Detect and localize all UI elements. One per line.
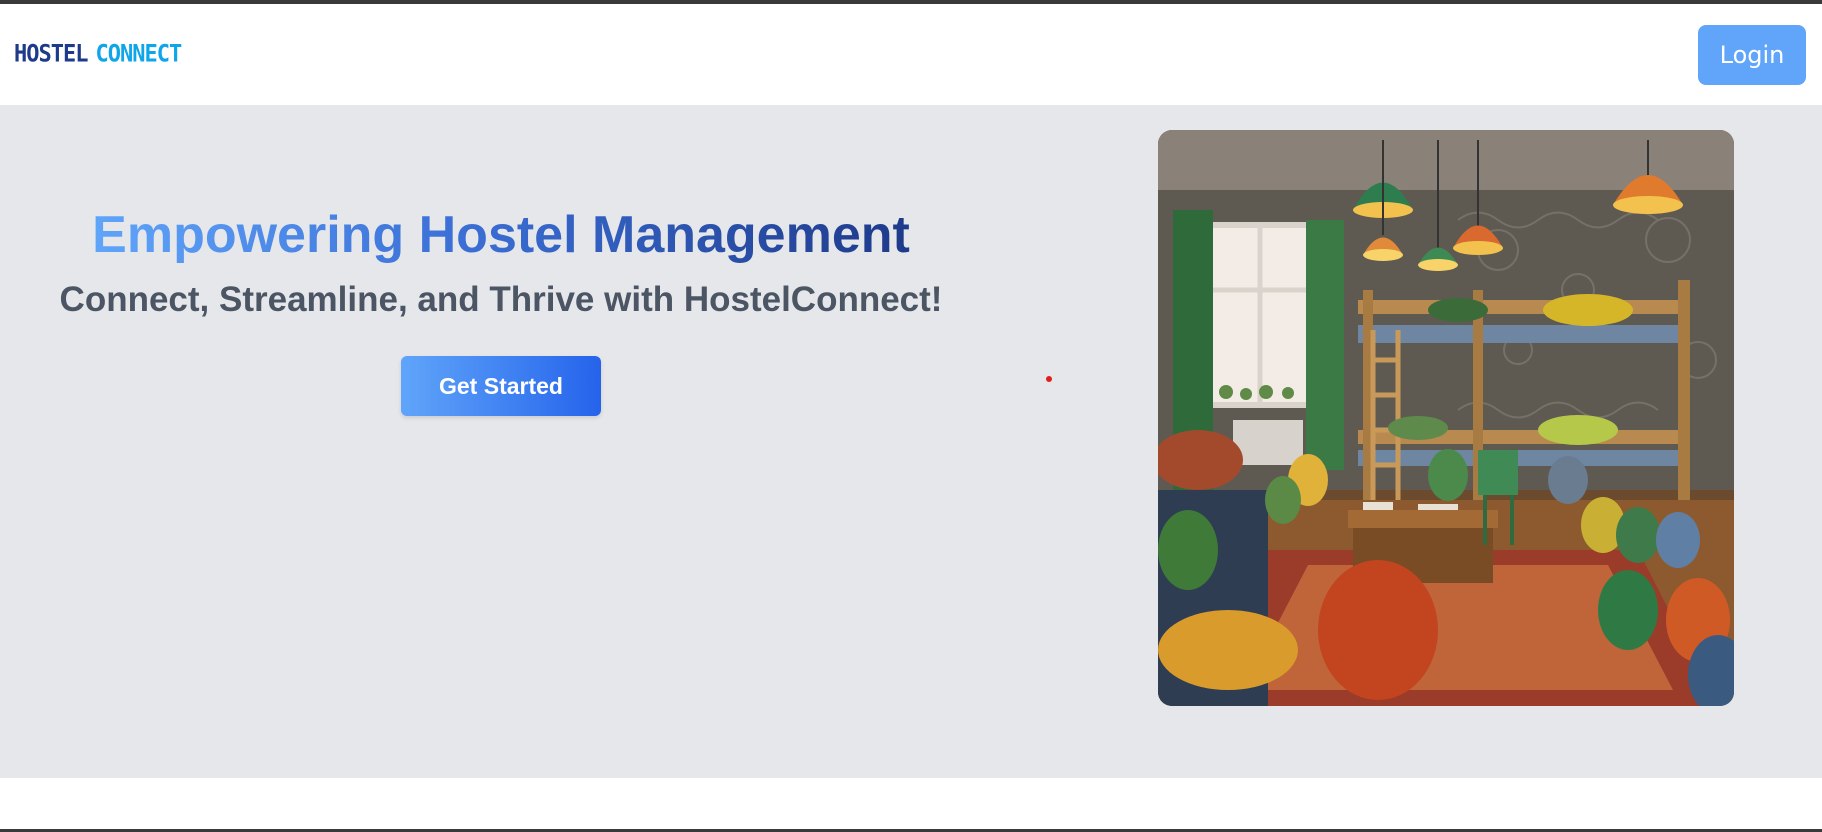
navbar: HOSTEL CONNECT Login xyxy=(0,4,1822,105)
hostel-room-illustration xyxy=(1158,130,1734,706)
brand-logo[interactable]: HOSTEL CONNECT xyxy=(14,40,182,69)
hero-image xyxy=(1158,130,1734,706)
login-button[interactable]: Login xyxy=(1698,24,1806,85)
hero-text-block: Empowering Hostel Management Connect, St… xyxy=(0,105,1002,778)
hero-subtitle: Connect, Streamline, and Thrive with Hos… xyxy=(59,280,943,320)
hero-title: Empowering Hostel Management xyxy=(92,204,910,266)
cursor-dot xyxy=(1046,376,1052,382)
get-started-button[interactable]: Get Started xyxy=(401,356,601,417)
logo-word-connect: CONNECT xyxy=(95,40,182,69)
hero-section: Empowering Hostel Management Connect, St… xyxy=(0,105,1822,778)
logo-word-hostel: HOSTEL xyxy=(14,40,88,69)
